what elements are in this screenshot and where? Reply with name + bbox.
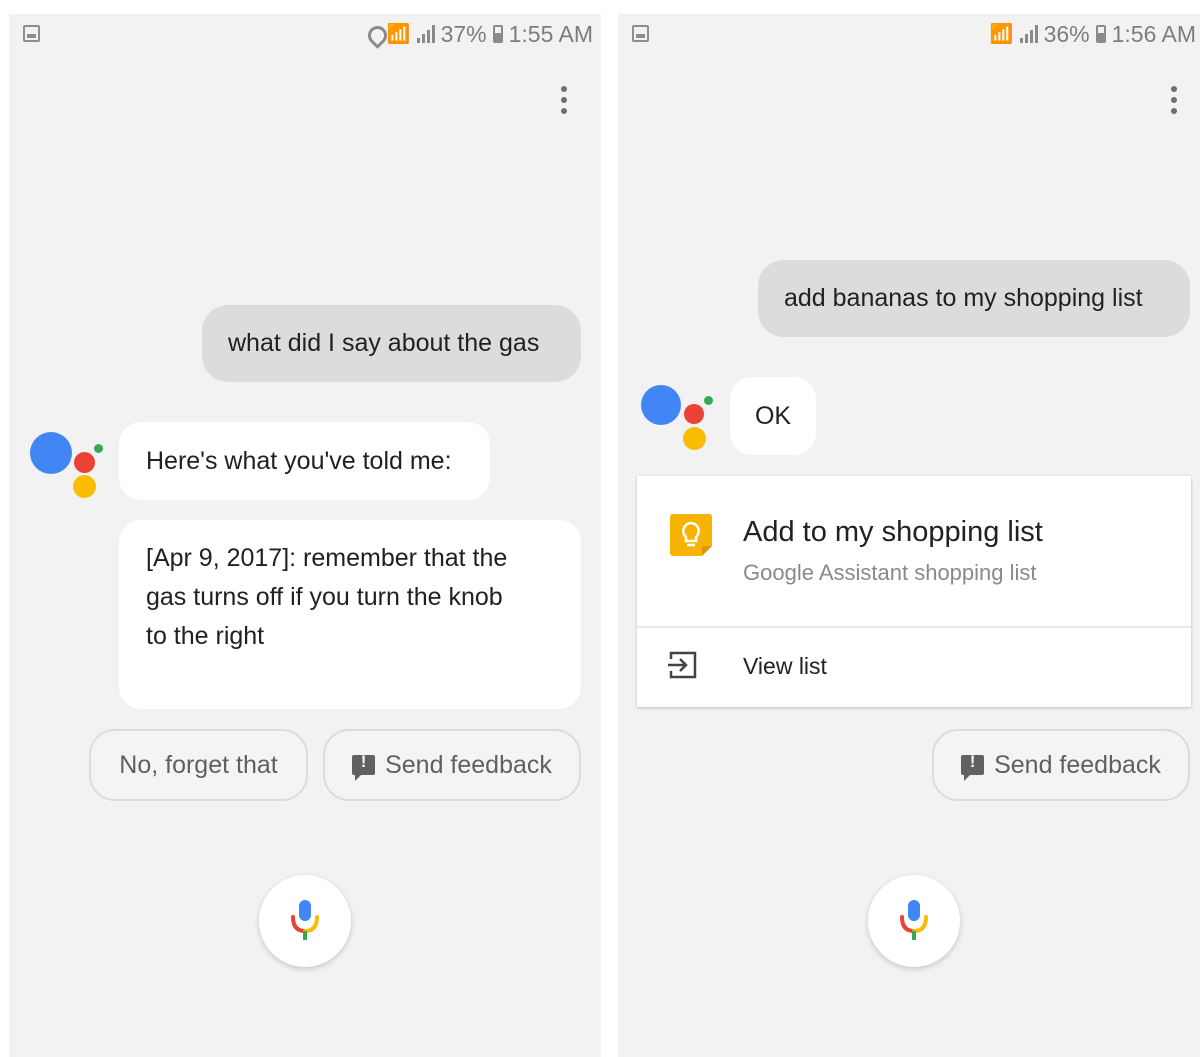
user-query-bubble: what did I say about the gas xyxy=(202,305,581,382)
send-feedback-label: Send feedback xyxy=(385,750,552,779)
send-feedback-chip[interactable]: Send feedback xyxy=(932,729,1190,801)
battery-icon xyxy=(1095,25,1106,43)
microphone-icon xyxy=(900,900,928,940)
status-time: 1:56 AM xyxy=(1111,20,1196,47)
status-time: 1:55 AM xyxy=(508,20,593,47)
memory-bubble: [Apr 9, 2017]: remember that the gas tur… xyxy=(119,520,581,709)
shopping-list-card[interactable]: Add to my shopping list Google Assistant… xyxy=(637,476,1191,707)
send-feedback-label: Send feedback xyxy=(994,750,1161,779)
feedback-icon xyxy=(352,752,376,781)
memory-line: [Apr 9, 2017]: remember that the xyxy=(146,544,508,572)
forget-chip[interactable]: No, forget that xyxy=(89,729,308,801)
signal-icon xyxy=(416,25,435,43)
memory-line: to the right xyxy=(146,622,265,650)
microphone-button[interactable] xyxy=(259,875,351,967)
view-list-button[interactable]: View list xyxy=(637,628,1191,707)
assistant-intro-text: Here's what you've told me: xyxy=(146,446,452,475)
status-indicators: 📶 37% 1:55 AM xyxy=(368,20,593,48)
send-feedback-chip[interactable]: Send feedback xyxy=(323,729,581,801)
feedback-icon xyxy=(961,752,985,781)
assistant-logo xyxy=(641,385,717,451)
user-query-bubble: add bananas to my shopping list xyxy=(758,260,1190,337)
status-bar: 📶 37% 1:55 AM xyxy=(9,14,601,54)
card-subtitle: Google Assistant shopping list xyxy=(743,560,1037,585)
user-query-text: what did I say about the gas xyxy=(228,329,540,357)
assistant-screen-right: 📶 36% 1:56 AM add bananas to my shopping… xyxy=(618,14,1200,1057)
assistant-screen-left: 📶 37% 1:55 AM what did I say about the g… xyxy=(9,14,601,1057)
location-icon xyxy=(368,26,381,43)
user-query-text: add bananas to my shopping list xyxy=(784,284,1143,312)
screenshot-icon xyxy=(632,25,649,42)
lightbulb-icon xyxy=(670,514,712,556)
overflow-menu-icon[interactable] xyxy=(554,82,574,118)
battery-percent: 36% xyxy=(1043,20,1090,47)
battery-percent: 37% xyxy=(440,20,487,47)
microphone-button[interactable] xyxy=(868,875,960,967)
screenshot-icon xyxy=(23,25,40,42)
battery-icon xyxy=(492,25,503,43)
open-in-icon xyxy=(668,651,697,679)
assistant-reply-text: OK xyxy=(754,401,792,430)
assistant-reply-bubble: OK xyxy=(730,377,816,455)
view-list-label: View list xyxy=(743,653,827,679)
card-title: Add to my shopping list xyxy=(743,516,1043,548)
status-indicators: 📶 36% 1:56 AM xyxy=(990,20,1196,48)
wifi-icon: 📶 xyxy=(386,23,411,45)
microphone-icon xyxy=(291,900,319,940)
wifi-icon: 📶 xyxy=(989,23,1014,45)
status-bar: 📶 36% 1:56 AM xyxy=(618,14,1200,54)
forget-chip-label: No, forget that xyxy=(119,750,278,779)
assistant-intro-bubble: Here's what you've told me: xyxy=(119,422,490,500)
memory-line: gas turns off if you turn the knob xyxy=(146,583,503,611)
assistant-logo xyxy=(30,432,106,498)
overflow-menu-icon[interactable] xyxy=(1164,82,1184,118)
signal-icon xyxy=(1019,25,1038,43)
